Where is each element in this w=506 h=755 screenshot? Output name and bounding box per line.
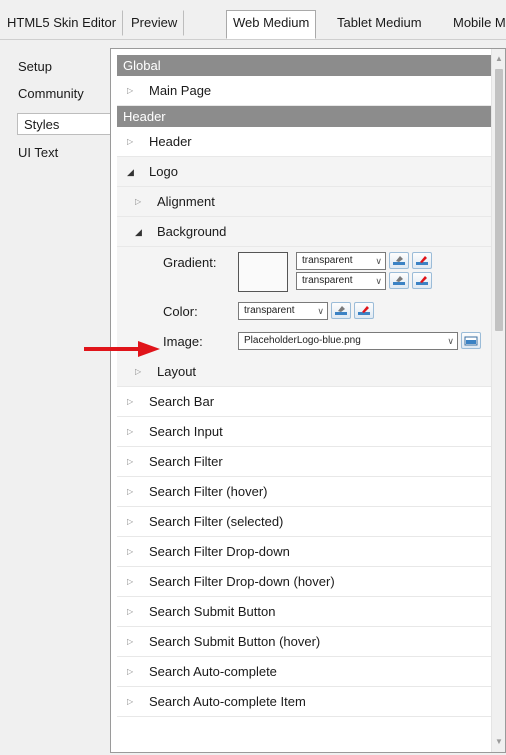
tree-item-logo[interactable]: ◢ Logo <box>117 157 492 187</box>
select-value: transparent <box>302 275 353 286</box>
clear-color-icon[interactable] <box>412 252 432 269</box>
section-header-header: Header <box>117 106 492 127</box>
triangle-right-icon[interactable]: ▷ <box>127 597 139 627</box>
tree-item-search-bar[interactable]: ▷ Search Bar <box>117 387 492 417</box>
tab-web-medium[interactable]: Web Medium <box>226 10 317 39</box>
tree-item-label: Background <box>157 224 227 239</box>
tab-preview[interactable]: Preview <box>124 10 185 36</box>
triangle-right-icon[interactable]: ▷ <box>127 687 139 717</box>
tree-item-search-submit-button[interactable]: ▷ Search Submit Button <box>117 597 492 627</box>
clear-color-icon[interactable] <box>412 272 432 289</box>
left-nav: Setup Community Styles UI Text <box>0 40 111 755</box>
tab-tablet-medium[interactable]: Tablet Medium <box>330 10 429 36</box>
chevron-down-icon: ∨ <box>375 276 382 286</box>
select-value: PlaceholderLogo-blue.png <box>244 335 361 346</box>
tree-item-label: Search Submit Button <box>149 604 276 619</box>
tree-item-header[interactable]: ▷ Header <box>117 127 492 157</box>
tree-item-search-submit-button-hover[interactable]: ▷ Search Submit Button (hover) <box>117 627 492 657</box>
tree-item-layout[interactable]: ▷ Layout <box>117 357 492 387</box>
tree-item-search-filter-dropdown-hover[interactable]: ▷ Search Filter Drop-down (hover) <box>117 567 492 597</box>
triangle-right-icon[interactable]: ▷ <box>127 567 139 597</box>
triangle-down-icon[interactable]: ◢ <box>135 217 147 247</box>
color-picker-icon[interactable] <box>331 302 351 319</box>
tree-item-label: Search Filter (selected) <box>149 514 284 529</box>
tree-item-label: Search Input <box>149 424 223 439</box>
scroll-down-icon[interactable]: ▼ <box>492 734 505 750</box>
tree-item-label: Search Filter Drop-down <box>149 544 290 559</box>
tree-item-label: Search Filter Drop-down (hover) <box>149 574 335 589</box>
tree-item-label: Search Filter <box>149 454 223 469</box>
tree-item-label: Search Auto-complete Item <box>149 694 306 709</box>
annotation-arrow-icon <box>84 341 160 357</box>
clear-color-icon[interactable] <box>354 302 374 319</box>
triangle-right-icon[interactable]: ▷ <box>127 417 139 447</box>
triangle-right-icon[interactable]: ▷ <box>127 507 139 537</box>
vertical-scrollbar[interactable]: ▲ ▼ <box>491 49 505 752</box>
tab-html5-skin-editor[interactable]: HTML5 Skin Editor <box>0 10 124 36</box>
tree-item-label: Search Filter (hover) <box>149 484 268 499</box>
image-select[interactable]: PlaceholderLogo-blue.png ∨ <box>238 332 458 350</box>
nav-item-styles[interactable]: Styles <box>17 113 111 135</box>
section-header-global: Global <box>117 55 492 76</box>
triangle-right-icon[interactable]: ▷ <box>135 357 147 387</box>
tree-item-label: Alignment <box>157 194 215 209</box>
gradient-color-1-select[interactable]: transparent ∨ <box>296 252 386 270</box>
tree-item-search-input[interactable]: ▷ Search Input <box>117 417 492 447</box>
image-label: Image: <box>163 334 203 349</box>
triangle-right-icon[interactable]: ▷ <box>127 657 139 687</box>
tree-item-search-filter-selected[interactable]: ▷ Search Filter (selected) <box>117 507 492 537</box>
chevron-down-icon: ∨ <box>317 306 324 316</box>
gradient-color-2-select[interactable]: transparent ∨ <box>296 272 386 290</box>
background-properties: Gradient: transparent ∨ transparent ∨ Co… <box>117 247 492 357</box>
tree-item-search-filter-hover[interactable]: ▷ Search Filter (hover) <box>117 477 492 507</box>
triangle-right-icon[interactable]: ▷ <box>127 537 139 567</box>
color-select[interactable]: transparent ∨ <box>238 302 328 320</box>
tree-item-background[interactable]: ◢ Background <box>117 217 492 247</box>
triangle-right-icon[interactable]: ▷ <box>127 76 139 106</box>
color-picker-icon[interactable] <box>389 272 409 289</box>
triangle-right-icon[interactable]: ▷ <box>127 127 139 157</box>
tree-item-search-filter[interactable]: ▷ Search Filter <box>117 447 492 477</box>
tree-item-label: Search Auto-complete <box>149 664 277 679</box>
chevron-down-icon: ∨ <box>375 256 382 266</box>
tree-item-label: Logo <box>149 164 178 179</box>
color-picker-icon[interactable] <box>389 252 409 269</box>
triangle-right-icon[interactable]: ▷ <box>127 447 139 477</box>
browse-image-icon[interactable] <box>461 332 481 349</box>
triangle-right-icon[interactable]: ▷ <box>127 387 139 417</box>
tree-item-alignment[interactable]: ▷ Alignment <box>117 187 492 217</box>
tree-item-label: Header <box>149 134 192 149</box>
select-value: transparent <box>244 305 295 316</box>
style-tree: Global ▷ Main Page Header ▷ Header ◢ Log… <box>117 55 492 717</box>
tree-item-label: Search Submit Button (hover) <box>149 634 321 649</box>
triangle-right-icon[interactable]: ▷ <box>127 627 139 657</box>
triangle-down-icon[interactable]: ◢ <box>127 157 139 187</box>
tree-item-main-page[interactable]: ▷ Main Page <box>117 76 492 106</box>
gradient-swatch[interactable] <box>238 252 288 292</box>
tree-item-label: Main Page <box>149 83 212 98</box>
triangle-right-icon[interactable]: ▷ <box>127 477 139 507</box>
tree-item-search-auto-complete-item[interactable]: ▷ Search Auto-complete Item <box>117 687 492 717</box>
tree-item-search-auto-complete[interactable]: ▷ Search Auto-complete <box>117 657 492 687</box>
triangle-right-icon[interactable]: ▷ <box>135 187 147 217</box>
nav-item-community[interactable]: Community <box>18 83 84 105</box>
tree-item-search-filter-dropdown[interactable]: ▷ Search Filter Drop-down <box>117 537 492 567</box>
gradient-label: Gradient: <box>163 255 217 270</box>
nav-item-ui-text[interactable]: UI Text <box>18 142 58 164</box>
styles-panel: Global ▷ Main Page Header ▷ Header ◢ Log… <box>110 48 506 753</box>
top-tab-bar: HTML5 Skin Editor Preview Web Medium Tab… <box>0 0 506 40</box>
select-value: transparent <box>302 255 353 266</box>
nav-item-setup[interactable]: Setup <box>18 56 52 78</box>
tree-item-label: Search Bar <box>149 394 215 409</box>
color-label: Color: <box>163 304 198 319</box>
scrollbar-thumb[interactable] <box>495 69 503 331</box>
chevron-down-icon: ∨ <box>447 336 454 346</box>
tab-mobile-medium[interactable]: Mobile M <box>446 10 506 36</box>
scroll-up-icon[interactable]: ▲ <box>492 51 505 67</box>
tree-item-label: Layout <box>157 364 197 379</box>
